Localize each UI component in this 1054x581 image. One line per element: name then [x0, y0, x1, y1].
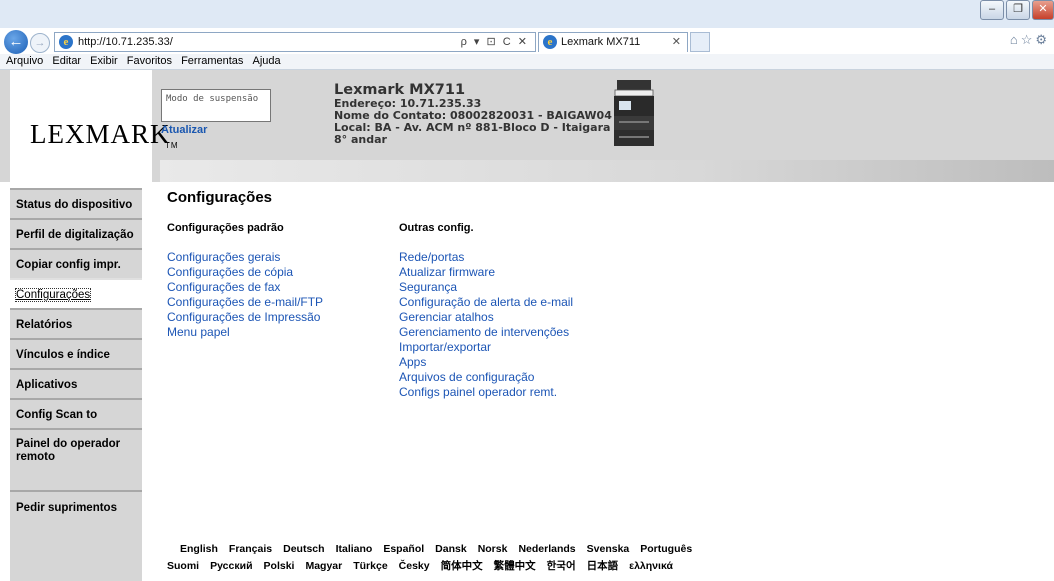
menu-ajuda[interactable]: Ajuda [252, 54, 280, 69]
sidebar-item-status[interactable]: Status do dispositivo [10, 188, 142, 218]
printer-image [614, 80, 654, 146]
browser-tab[interactable]: e Lexmark MX711 ✕ [538, 32, 688, 52]
header-gradient-strip [160, 160, 1054, 182]
sidebar-item-remote-panel[interactable]: Painel do operador remoto [10, 428, 142, 470]
link-configuration-files[interactable]: Arquivos de configuração [399, 370, 573, 385]
sidebar-item-scan-to-network[interactable]: Config Scan to Network [10, 398, 142, 451]
language-link[interactable]: Nederlands [518, 543, 575, 555]
other-settings-links: Rede/portas Atualizar firmware Segurança… [399, 250, 573, 400]
language-link[interactable]: 繁體中文 [494, 560, 536, 572]
close-tab-icon[interactable]: ✕ [672, 35, 681, 48]
favorites-star-icon[interactable]: ☆ [1021, 32, 1036, 47]
forward-button[interactable]: → [30, 33, 50, 53]
link-general-settings[interactable]: Configurações gerais [167, 250, 323, 265]
ie-page-icon: e [59, 35, 73, 49]
menu-exibir[interactable]: Exibir [90, 54, 118, 69]
menu-arquivo[interactable]: Arquivo [6, 54, 43, 69]
link-print-settings[interactable]: Configurações de Impressão [167, 310, 323, 325]
browser-toolbar-icons: ⌂☆⚙ [1010, 32, 1050, 48]
sidebar-item-reports[interactable]: Relatórios [10, 308, 142, 338]
window-controls: ‒ ❐ ✕ [978, 0, 1054, 20]
close-window-button[interactable]: ✕ [1032, 0, 1054, 20]
menu-bar: Arquivo Editar Exibir Favoritos Ferramen… [0, 54, 1054, 70]
sidebar-item-scan-profile[interactable]: Perfil de digitalização [10, 218, 142, 248]
device-status-box: Modo de suspensão [161, 89, 271, 122]
printer-name: Lexmark MX711 [334, 82, 466, 98]
language-link[interactable]: English [180, 543, 218, 555]
menu-favoritos[interactable]: Favoritos [127, 54, 172, 69]
sidebar-item-settings[interactable]: Configurações [10, 278, 142, 308]
link-copy-settings[interactable]: Configurações de cópia [167, 265, 323, 280]
tab-label: Lexmark MX711 [561, 36, 641, 48]
minimize-button[interactable]: ‒ [980, 0, 1004, 20]
language-link[interactable]: Magyar [305, 560, 342, 572]
other-settings-heading: Outras config. [399, 222, 474, 234]
language-link[interactable]: Türkçe [353, 560, 387, 572]
gear-icon[interactable]: ⚙ [1035, 32, 1050, 47]
link-email-ftp-settings[interactable]: Configurações de e-mail/FTP [167, 295, 323, 310]
language-link[interactable]: Deutsch [283, 543, 324, 555]
refresh-link[interactable]: Atualizar [161, 124, 207, 136]
link-update-firmware[interactable]: Atualizar firmware [399, 265, 573, 280]
language-link[interactable]: Polski [264, 560, 295, 572]
printer-info: Lexmark MX711 Endereço: 10.71.235.33 Nom… [334, 82, 619, 146]
link-import-export[interactable]: Importar/exportar [399, 340, 573, 355]
lexmark-logo: LEXMARK TM [30, 119, 179, 150]
address-bar[interactable]: e http://10.71.235.33/ ρ ▾ ⊡ C ✕ [54, 32, 536, 52]
language-link[interactable]: Português [640, 543, 692, 555]
link-email-alert-setup[interactable]: Configuração de alerta de e-mail [399, 295, 573, 310]
home-icon[interactable]: ⌂ [1010, 32, 1021, 47]
address-bar-tools[interactable]: ρ ▾ ⊡ C ✕ [461, 35, 529, 48]
navigation-bar: ← → e http://10.71.235.33/ ρ ▾ ⊡ C ✕ e L… [0, 30, 1054, 54]
link-remote-operator-panel-settings[interactable]: Configs painel operador remt. [399, 385, 573, 400]
ie-tab-icon: e [543, 35, 557, 49]
language-row-1: English Français Deutsch Italiano Español Dan… [180, 543, 703, 555]
link-security[interactable]: Segurança [399, 280, 573, 295]
language-link[interactable]: Svenska [587, 543, 630, 555]
language-link[interactable]: Norsk [478, 543, 508, 555]
sidebar-item-order-supplies[interactable]: Pedir suprimentos [10, 490, 142, 522]
language-link[interactable]: Suomi [167, 560, 199, 572]
language-row-2: Suomi Русский Polski Magyar Türkçe Česky 简体中文繁… [167, 558, 684, 573]
language-link[interactable]: 简体中文 [441, 560, 483, 572]
link-paper-menu[interactable]: Menu papel [167, 325, 323, 340]
page-header: LEXMARK TM Modo de suspensão Atualizar Le… [0, 70, 1054, 182]
sidebar-item-copy-printer-settings[interactable]: Copiar config impr. [10, 248, 142, 278]
language-link[interactable]: Italiano [336, 543, 373, 555]
default-settings-links: Configurações gerais Configurações de có… [167, 250, 323, 340]
link-network-ports[interactable]: Rede/portas [399, 250, 573, 265]
default-settings-heading: Configurações padrão [167, 222, 284, 234]
restore-button[interactable]: ❐ [1006, 0, 1030, 20]
language-link[interactable]: Dansk [435, 543, 467, 555]
language-link[interactable]: Français [229, 543, 272, 555]
address-url[interactable]: http://10.71.235.33/ [78, 36, 173, 48]
page-title: Configurações [167, 189, 273, 206]
language-link[interactable]: Русский [210, 560, 252, 572]
language-link[interactable]: Česky [399, 560, 430, 572]
link-manage-shortcuts[interactable]: Gerenciar atalhos [399, 310, 573, 325]
language-link[interactable]: Español [383, 543, 424, 555]
printer-location-floor: 8° andar [334, 133, 387, 146]
menu-ferramentas[interactable]: Ferramentas [181, 54, 243, 69]
language-link[interactable]: 한국어 [547, 560, 576, 572]
language-link[interactable]: 日本語 [587, 560, 619, 572]
new-tab-button[interactable] [690, 32, 710, 52]
link-intervention-management[interactable]: Gerenciamento de intervenções [399, 325, 573, 340]
language-link[interactable]: ελληνικά [629, 560, 673, 572]
sidebar-nav: Status do dispositivo Perfil de digitali… [10, 188, 142, 581]
sidebar-item-apps[interactable]: Aplicativos [10, 368, 142, 398]
menu-editar[interactable]: Editar [52, 54, 81, 69]
back-button[interactable]: ← [4, 30, 28, 54]
window-titlebar: ‒ ❐ ✕ [0, 0, 1054, 28]
link-apps[interactable]: Apps [399, 355, 573, 370]
sidebar-item-links-index[interactable]: Vínculos e índice [10, 338, 142, 368]
link-fax-settings[interactable]: Configurações de fax [167, 280, 323, 295]
